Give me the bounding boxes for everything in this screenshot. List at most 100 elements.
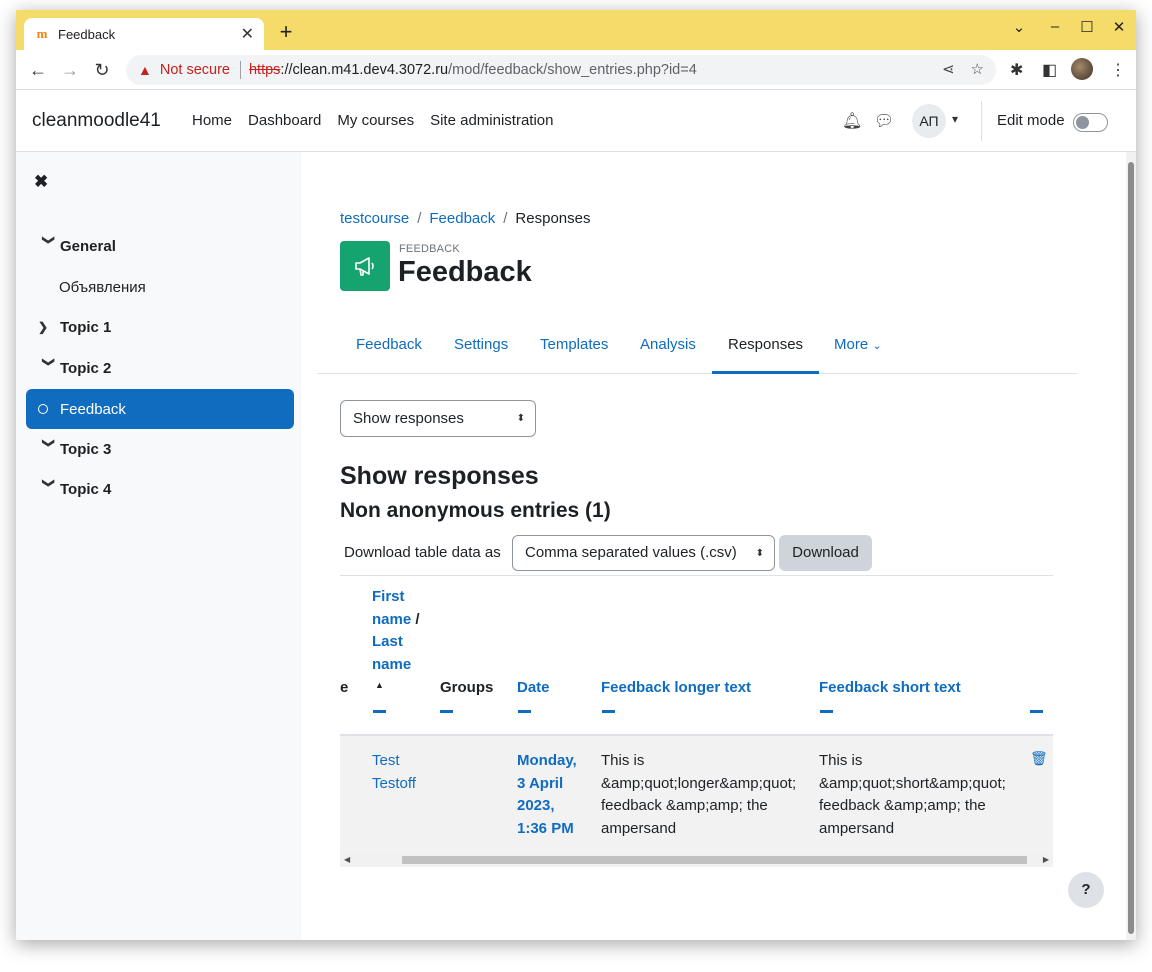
collapse-column-icon[interactable] bbox=[602, 710, 615, 713]
chevron-down-icon[interactable]: ❯ bbox=[42, 478, 56, 500]
tab-responses[interactable]: Responses bbox=[712, 316, 820, 374]
help-button[interactable]: ? bbox=[1068, 872, 1104, 908]
section-label: Topic 1 bbox=[60, 318, 112, 336]
view-select-value: Show responses bbox=[353, 410, 464, 427]
new-tab-button[interactable]: + bbox=[274, 20, 298, 44]
browser-toolbar: ← → ↻ ▲ Not secure https://clean.m41.dev… bbox=[16, 50, 1136, 90]
url-host: ://clean.m41.dev4.3072.ru bbox=[280, 62, 449, 78]
course-item-feedback[interactable]: Feedback bbox=[26, 389, 294, 429]
profile-avatar-icon[interactable] bbox=[1071, 58, 1093, 80]
page-scroll-thumb[interactable] bbox=[1128, 162, 1134, 934]
nav-dashboard[interactable]: Dashboard bbox=[248, 112, 321, 129]
tab-search-icon[interactable]: ⌄ bbox=[1006, 18, 1032, 36]
column-header-feedback-short[interactable]: Feedback short text bbox=[819, 677, 961, 700]
scroll-right-arrow-icon[interactable]: ▶ bbox=[1043, 853, 1049, 867]
column-header-date[interactable]: Date bbox=[517, 677, 550, 700]
cell-date[interactable]: Monday, 3 April 2023, 1:36 PM bbox=[517, 750, 587, 840]
chevron-down-icon[interactable]: ❯ bbox=[42, 357, 56, 379]
nav-home[interactable]: Home bbox=[192, 112, 232, 129]
sort-ascending-icon: ▲ bbox=[375, 680, 384, 690]
chevron-down-icon: ⌄ bbox=[872, 340, 882, 352]
page-title: Feedback bbox=[398, 256, 532, 288]
browser-tab[interactable]: m Feedback ✕ bbox=[24, 18, 264, 50]
section-label: General bbox=[60, 237, 116, 255]
course-item-announcements[interactable]: Объявления bbox=[26, 267, 294, 307]
user-avatar[interactable]: АП bbox=[912, 104, 946, 138]
back-icon[interactable]: ← bbox=[26, 58, 50, 82]
course-section-topic-3[interactable]: ❯ Topic 3 bbox=[26, 429, 294, 469]
tab-more-label: More bbox=[834, 336, 869, 353]
breadcrumb-current: Responses bbox=[515, 210, 591, 227]
column-header-partial: e bbox=[340, 679, 349, 696]
feedback-megaphone-icon bbox=[340, 241, 390, 291]
primary-navigation: Home Dashboard My courses Site administr… bbox=[192, 112, 554, 129]
navbar-divider bbox=[981, 101, 982, 141]
maximize-icon[interactable]: ☐ bbox=[1074, 18, 1100, 36]
collapse-column-icon[interactable] bbox=[518, 710, 531, 713]
address-bar[interactable]: ▲ Not secure https://clean.m41.dev4.3072… bbox=[126, 55, 996, 85]
course-section-topic-1[interactable]: ❯ Topic 1 bbox=[26, 307, 294, 347]
messages-chat-icon[interactable]: 💬︎ bbox=[874, 111, 894, 131]
reload-icon[interactable]: ↻ bbox=[90, 58, 114, 82]
nav-site-administration[interactable]: Site administration bbox=[430, 112, 553, 129]
scroll-thumb[interactable] bbox=[402, 856, 1027, 864]
forward-icon[interactable]: → bbox=[58, 58, 82, 82]
scroll-left-arrow-icon[interactable]: ◀ bbox=[344, 853, 350, 867]
tab-settings[interactable]: Settings bbox=[438, 316, 524, 374]
chevron-down-icon[interactable]: ❯ bbox=[42, 235, 56, 257]
tab-more[interactable]: More ⌄ bbox=[818, 316, 898, 374]
menu-kebab-icon[interactable]: ⋮ bbox=[1110, 60, 1126, 80]
edit-mode-toggle[interactable] bbox=[1073, 113, 1108, 132]
warning-icon: ▲ bbox=[138, 62, 152, 78]
tab-feedback[interactable]: Feedback bbox=[340, 316, 438, 374]
table-horizontal-scrollbar[interactable]: ◀ ▶ bbox=[340, 853, 1053, 867]
side-panel-icon[interactable]: ◧ bbox=[1042, 60, 1057, 80]
section-label: Topic 2 bbox=[60, 359, 112, 377]
course-section-topic-4[interactable]: ❯ Topic 4 bbox=[26, 469, 294, 509]
page-vertical-scrollbar[interactable] bbox=[1126, 152, 1136, 940]
share-icon[interactable]: ⋖ bbox=[942, 60, 955, 78]
course-section-general[interactable]: ❯ General bbox=[26, 226, 294, 266]
chevron-down-icon[interactable]: ❯ bbox=[42, 438, 56, 460]
cell-feedback-longer: This is &amp;quot;longer&amp;quot; feedb… bbox=[601, 752, 797, 837]
close-drawer-icon[interactable]: ✖ bbox=[34, 172, 48, 192]
tab-close-icon[interactable]: ✕ bbox=[241, 24, 254, 44]
tab-templates[interactable]: Templates bbox=[524, 316, 624, 374]
section-label: Topic 4 bbox=[60, 480, 112, 498]
site-brand[interactable]: cleanmoodle41 bbox=[32, 110, 161, 132]
extensions-icon[interactable]: ✱ bbox=[1010, 60, 1023, 80]
minimize-icon[interactable]: – bbox=[1042, 18, 1068, 35]
sort-first-name[interactable]: First name bbox=[372, 588, 411, 628]
tab-title: Feedback bbox=[58, 26, 116, 42]
notifications-bell-icon[interactable]: 🔔︎ bbox=[842, 111, 862, 131]
column-header-name: First name / Last name bbox=[372, 586, 427, 676]
chevron-right-icon[interactable]: ❯ bbox=[38, 320, 60, 334]
column-header-groups: Groups bbox=[440, 679, 494, 696]
collapse-column-icon[interactable] bbox=[1030, 710, 1043, 713]
nav-my-courses[interactable]: My courses bbox=[337, 112, 414, 129]
course-index-drawer: ✖ ❯ General Объявления ❯ Topic 1 ❯ Topic… bbox=[16, 152, 301, 940]
site-navbar: cleanmoodle41 Home Dashboard My courses … bbox=[16, 91, 1136, 152]
download-button[interactable]: Download bbox=[779, 535, 872, 571]
tab-analysis[interactable]: Analysis bbox=[624, 316, 712, 374]
collapse-column-icon[interactable] bbox=[440, 710, 453, 713]
view-select[interactable]: Show responses ⬍ bbox=[340, 400, 536, 437]
sort-last-name[interactable]: Last name bbox=[372, 633, 411, 673]
collapse-column-icon[interactable] bbox=[373, 710, 386, 713]
browser-window: m Feedback ✕ + ⌄ – ☐ ✕ ← → ↻ ▲ Not secur… bbox=[16, 10, 1136, 940]
download-format-select[interactable]: Comma separated values (.csv) ⬍ bbox=[512, 535, 775, 571]
close-window-icon[interactable]: ✕ bbox=[1106, 18, 1132, 36]
course-section-topic-2[interactable]: ❯ Topic 2 bbox=[26, 348, 294, 388]
bookmark-star-icon[interactable]: ☆ bbox=[971, 60, 984, 78]
delete-trash-icon[interactable]: 🗑︎ bbox=[1030, 750, 1048, 767]
show-responses-heading: Show responses bbox=[340, 462, 539, 490]
user-menu-chevron-down-icon[interactable]: ▾ bbox=[952, 112, 958, 126]
collapse-column-icon[interactable] bbox=[820, 710, 833, 713]
responses-table: e First name / Last name ▲ Groups Date F… bbox=[340, 575, 1053, 867]
name-separator: / bbox=[415, 610, 420, 628]
column-header-feedback-longer[interactable]: Feedback longer text bbox=[601, 677, 751, 700]
cell-user-name[interactable]: Test Testoff bbox=[372, 750, 432, 795]
breadcrumb-separator: / bbox=[503, 210, 508, 227]
breadcrumb-course[interactable]: testcourse bbox=[340, 210, 409, 227]
breadcrumb-activity[interactable]: Feedback bbox=[429, 210, 495, 227]
